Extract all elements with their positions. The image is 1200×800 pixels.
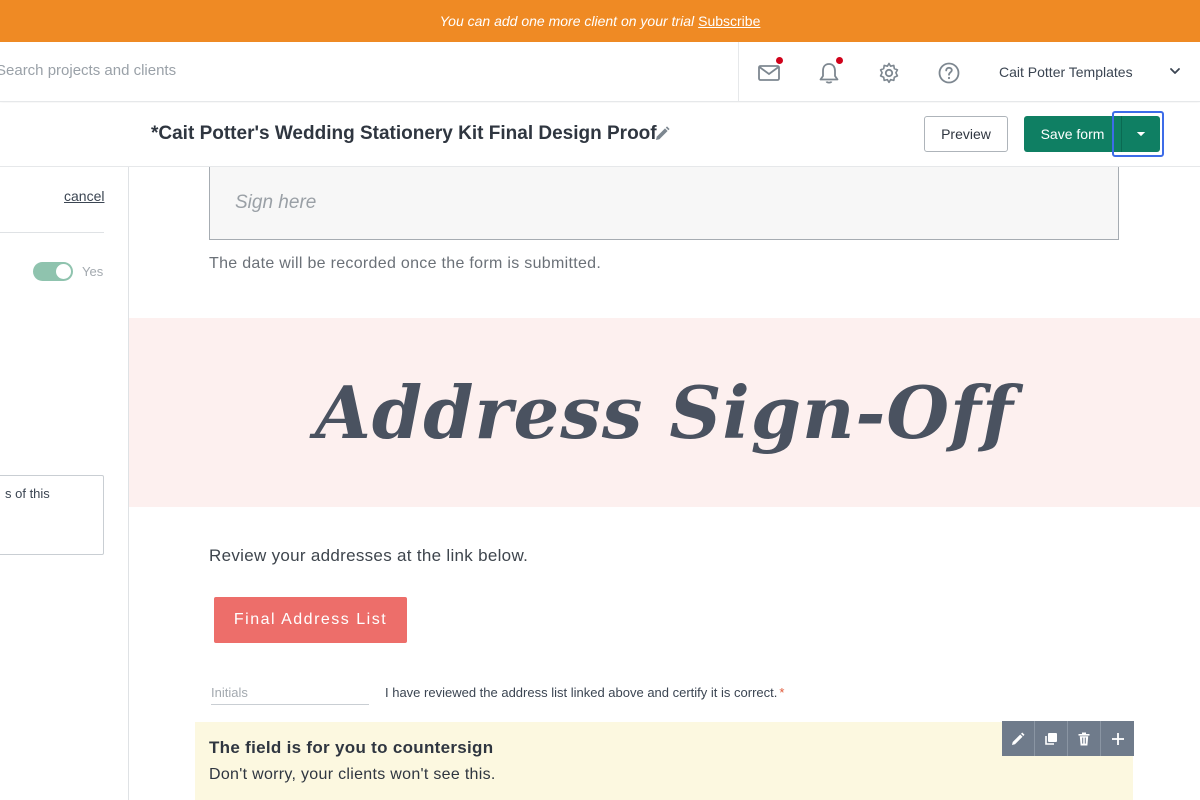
countersign-field[interactable]: The field is for you to countersign Don'… xyxy=(195,722,1133,800)
form-canvas: Sign here The date will be recorded once… xyxy=(129,167,1200,800)
preview-button[interactable]: Preview xyxy=(924,116,1008,152)
chevron-down-icon[interactable] xyxy=(1166,62,1184,80)
final-address-list-button[interactable]: Final Address List xyxy=(214,597,407,643)
form-title: *Cait Potter's Wedding Stationery Kit Fi… xyxy=(151,123,657,144)
form-header: *Cait Potter's Wedding Stationery Kit Fi… xyxy=(0,103,1200,167)
pencil-icon xyxy=(1012,732,1025,745)
section-title: Address Sign-Off xyxy=(314,370,1014,455)
date-note: The date will be recorded once the form … xyxy=(209,255,602,272)
save-options-dropdown-button[interactable] xyxy=(1121,116,1160,152)
cancel-link[interactable]: cancel xyxy=(64,188,104,204)
trial-banner: You can add one more client on your tria… xyxy=(0,0,1200,42)
toggle-knob xyxy=(56,264,71,279)
subscribe-link[interactable]: Subscribe xyxy=(698,13,760,29)
section-header: Address Sign-Off xyxy=(129,318,1200,507)
nav-divider xyxy=(738,42,739,102)
search-input[interactable] xyxy=(0,62,296,79)
countersign-title: The field is for you to countersign xyxy=(209,738,494,757)
field-toolbar xyxy=(1002,721,1134,756)
field-settings-panel: cancel Yes s of this xyxy=(0,167,129,800)
certify-text: I have reviewed the address list linked … xyxy=(385,685,778,700)
bell-notification-dot xyxy=(836,57,843,64)
toggle-label: Yes xyxy=(82,264,104,279)
edit-field-button[interactable] xyxy=(1002,721,1035,756)
required-toggle[interactable] xyxy=(33,262,73,281)
field-description-textarea[interactable]: s of this xyxy=(0,475,104,555)
delete-field-button[interactable] xyxy=(1068,721,1101,756)
help-icon[interactable] xyxy=(936,60,962,86)
panel-divider xyxy=(0,232,104,233)
trial-banner-message: You can add one more client on your tria… xyxy=(439,13,695,29)
initials-input[interactable] xyxy=(211,681,369,705)
review-instructions: Review your addresses at the link below. xyxy=(209,546,529,565)
save-form-button[interactable]: Save form xyxy=(1024,116,1121,152)
certify-label: I have reviewed the address list linked … xyxy=(385,685,784,700)
top-navigation: Cait Potter Templates xyxy=(0,42,1200,102)
copy-icon xyxy=(1045,732,1057,745)
countersign-note: Don't worry, your clients won't see this… xyxy=(209,766,496,783)
edit-title-pencil-icon[interactable] xyxy=(653,125,671,143)
signature-field[interactable]: Sign here xyxy=(209,167,1119,240)
add-field-button[interactable] xyxy=(1101,721,1134,756)
mail-icon[interactable] xyxy=(756,57,783,86)
caret-down-icon xyxy=(1136,131,1146,136)
signature-placeholder: Sign here xyxy=(235,192,317,213)
required-asterisk: * xyxy=(779,685,785,700)
mail-notification-dot xyxy=(776,57,783,64)
plus-icon xyxy=(1111,732,1124,745)
account-name[interactable]: Cait Potter Templates xyxy=(999,64,1133,80)
bell-icon[interactable] xyxy=(816,57,843,86)
duplicate-field-button[interactable] xyxy=(1035,721,1068,756)
trash-icon xyxy=(1078,732,1090,745)
gear-icon[interactable] xyxy=(876,60,902,86)
